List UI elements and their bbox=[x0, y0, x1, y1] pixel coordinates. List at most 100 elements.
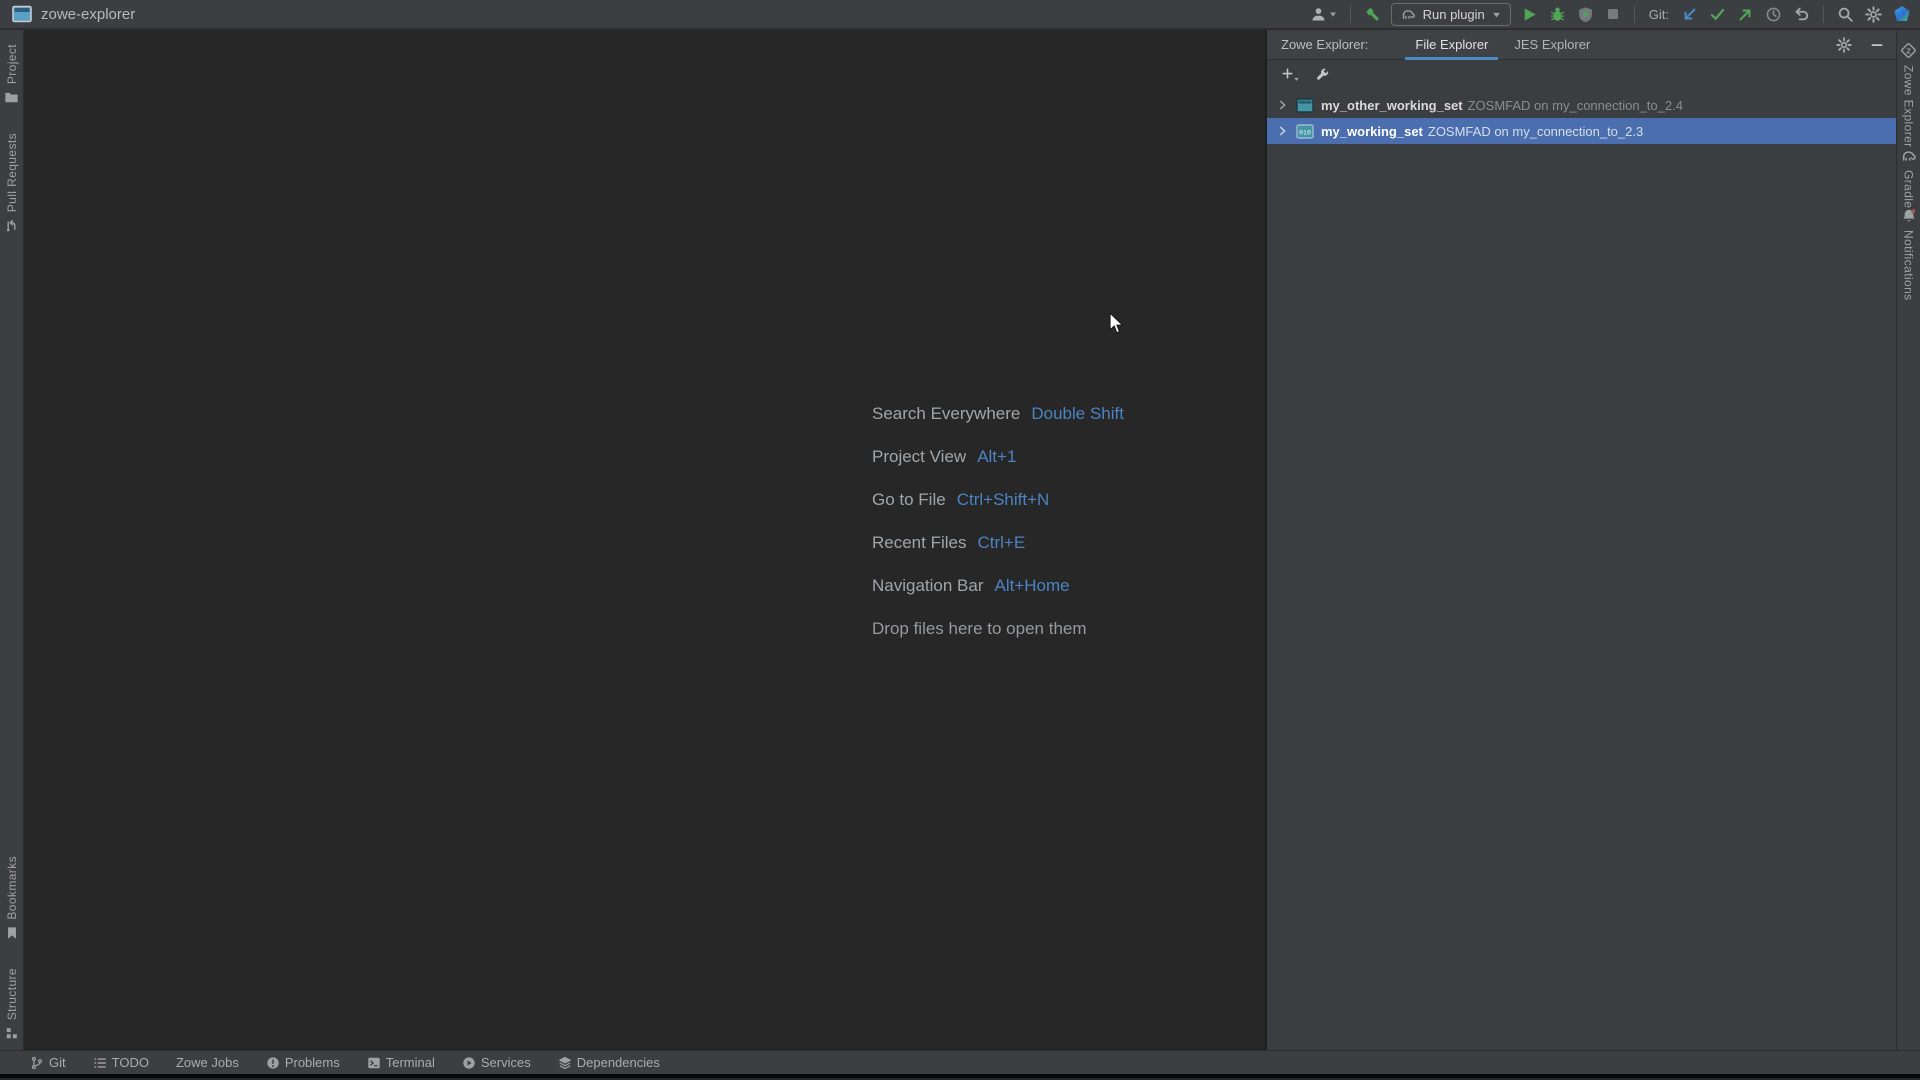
problems-icon bbox=[267, 1056, 279, 1069]
zowe-explorer-tool-window: Zowe Explorer: File Explorer JES Explore… bbox=[1265, 30, 1896, 1050]
terminal-icon bbox=[368, 1057, 380, 1068]
gradle-icon bbox=[1902, 150, 1916, 161]
tool-window-toolbar bbox=[1267, 60, 1896, 89]
shortcut-keys: Alt+1 bbox=[977, 446, 1017, 466]
bell-icon bbox=[1902, 209, 1915, 222]
sidebar-item-label: Notifications bbox=[1901, 229, 1916, 301]
run-configuration-select[interactable]: Run plugin bbox=[1390, 2, 1511, 26]
sidebar-item-structure[interactable]: Structure bbox=[5, 968, 19, 1040]
search-everywhere-button[interactable] bbox=[1836, 5, 1855, 24]
structure-icon bbox=[6, 1028, 17, 1039]
shortcut-label: Search Everywhere bbox=[872, 403, 1021, 423]
editor-area: Search Everywhere Double Shift Project V… bbox=[24, 30, 1265, 1050]
todo-list-icon bbox=[93, 1057, 106, 1068]
shortcut-row: Go to File Ctrl+Shift+N bbox=[872, 478, 1124, 521]
wrench-icon bbox=[1317, 68, 1329, 80]
sidebar-item-label: Project bbox=[4, 44, 19, 85]
statusbar-item-git[interactable]: Git bbox=[30, 1055, 66, 1070]
right-tool-stripe: Z Zowe Explorer Gradle Notifications bbox=[1896, 30, 1920, 1050]
shortcut-keys: Double Shift bbox=[1031, 403, 1124, 423]
chevron-down-icon bbox=[1294, 77, 1299, 81]
tool-window-hide-button[interactable] bbox=[1870, 38, 1884, 52]
chevron-down-icon bbox=[1329, 12, 1336, 17]
pull-request-icon bbox=[6, 220, 16, 232]
services-icon bbox=[463, 1056, 475, 1069]
tool-window-settings-button[interactable] bbox=[1836, 36, 1852, 53]
statusbar-item-terminal[interactable]: Terminal bbox=[367, 1055, 435, 1070]
sidebar-item-bookmarks[interactable]: Bookmarks bbox=[5, 856, 19, 940]
toolbar-separator bbox=[1349, 5, 1351, 23]
tree-row-working-set[interactable]: 010 my_working_set ZOSMFAD on my_connect… bbox=[1267, 118, 1896, 144]
run-with-coverage-button[interactable] bbox=[1576, 5, 1595, 24]
sidebar-item-label: Structure bbox=[4, 967, 19, 1020]
working-set-detail: ZOSMFAD on my_connection_to_2.4 bbox=[1467, 97, 1683, 113]
debug-button[interactable] bbox=[1548, 5, 1567, 24]
history-clock-button[interactable] bbox=[1764, 5, 1783, 24]
shortcut-label: Project View bbox=[872, 446, 967, 466]
git-update-button[interactable] bbox=[1680, 5, 1699, 24]
title-bar: zowe-explorer Run plugin Git: bbox=[0, 0, 1920, 30]
toolbar-separator bbox=[1823, 5, 1824, 23]
edit-settings-wrench-button[interactable] bbox=[1315, 67, 1330, 82]
sidebar-item-notifications[interactable]: Notifications bbox=[1901, 208, 1917, 301]
shortcut-label: Go to File bbox=[872, 489, 946, 509]
stop-button[interactable] bbox=[1604, 5, 1622, 23]
main-toolbar: Run plugin Git: bbox=[1309, 2, 1912, 26]
tab-file-explorer[interactable]: File Explorer bbox=[1402, 30, 1501, 60]
bookmark-icon bbox=[7, 927, 16, 939]
user-accounts-button[interactable] bbox=[1309, 5, 1338, 24]
profile-avatar[interactable] bbox=[1892, 4, 1912, 24]
toolbar-separator bbox=[1633, 5, 1635, 23]
status-bar: Git TODO Zowe Jobs Problems Terminal Ser… bbox=[0, 1050, 1920, 1074]
build-hammer-button[interactable] bbox=[1363, 5, 1382, 24]
search-icon bbox=[1838, 7, 1853, 22]
run-button[interactable] bbox=[1520, 5, 1539, 24]
svg-text:010: 010 bbox=[1299, 128, 1311, 136]
sidebar-item-label: Gradle bbox=[1901, 169, 1916, 208]
statusbar-item-dependencies[interactable]: Dependencies bbox=[558, 1055, 660, 1070]
chevron-right-icon bbox=[1279, 100, 1286, 110]
statusbar-item-problems[interactable]: Problems bbox=[266, 1055, 340, 1070]
statusbar-item-zowe-jobs[interactable]: Zowe Jobs bbox=[176, 1055, 239, 1070]
shortcut-row: Project View Alt+1 bbox=[872, 435, 1124, 478]
sidebar-item-label: Bookmarks bbox=[4, 856, 19, 920]
rollback-undo-button[interactable] bbox=[1792, 5, 1811, 24]
sidebar-item-zowe-explorer[interactable]: Z Zowe Explorer bbox=[1900, 42, 1917, 148]
git-label: Git: bbox=[1648, 6, 1669, 22]
tree-row-other-working-set[interactable]: my_other_working_set ZOSMFAD on my_conne… bbox=[1267, 92, 1896, 118]
shortcut-keys: Ctrl+Shift+N bbox=[956, 489, 1050, 509]
gradle-icon bbox=[1402, 9, 1415, 19]
working-set-tree: my_other_working_set ZOSMFAD on my_conne… bbox=[1267, 92, 1896, 144]
run-configuration-label: Run plugin bbox=[1422, 6, 1485, 22]
sidebar-item-label: Zowe Explorer bbox=[1901, 65, 1916, 148]
bottom-black-strip bbox=[0, 1074, 1920, 1078]
sidebar-item-project[interactable]: Project bbox=[4, 44, 19, 105]
shortcut-row: Drop files here to open them bbox=[872, 607, 1124, 650]
sidebar-item-label: Pull Requests bbox=[4, 133, 19, 213]
working-set-icon bbox=[1296, 97, 1314, 113]
add-working-set-button[interactable] bbox=[1280, 67, 1300, 82]
window-title: zowe-explorer bbox=[41, 5, 136, 23]
shortcut-row: Search Everywhere Double Shift bbox=[872, 392, 1124, 435]
settings-button[interactable] bbox=[1864, 5, 1883, 24]
sidebar-item-gradle[interactable]: Gradle bbox=[1901, 148, 1917, 208]
git-push-button[interactable] bbox=[1736, 5, 1755, 24]
minimize-icon bbox=[1871, 43, 1883, 46]
statusbar-item-services[interactable]: Services bbox=[462, 1055, 531, 1070]
tab-jes-explorer[interactable]: JES Explorer bbox=[1501, 30, 1603, 60]
working-set-icon: 010 bbox=[1296, 123, 1314, 139]
shortcut-row: Navigation Bar Alt+Home bbox=[872, 564, 1124, 607]
tool-window-title: Zowe Explorer: bbox=[1281, 37, 1369, 52]
working-set-detail: ZOSMFAD on my_connection_to_2.3 bbox=[1427, 123, 1644, 139]
gear-icon bbox=[1836, 36, 1852, 53]
git-commit-button[interactable] bbox=[1708, 5, 1727, 24]
dependencies-layers-icon bbox=[558, 1056, 571, 1069]
git-branch-icon bbox=[31, 1056, 43, 1069]
statusbar-item-todo[interactable]: TODO bbox=[93, 1055, 149, 1070]
svg-text:Z: Z bbox=[1906, 46, 1911, 55]
shortcut-keys: Alt+Home bbox=[994, 575, 1070, 595]
shortcut-label: Recent Files bbox=[872, 532, 967, 552]
sidebar-item-pull-requests[interactable]: Pull Requests bbox=[4, 133, 19, 233]
window-icon bbox=[12, 5, 32, 23]
working-set-name: my_other_working_set bbox=[1321, 97, 1463, 113]
